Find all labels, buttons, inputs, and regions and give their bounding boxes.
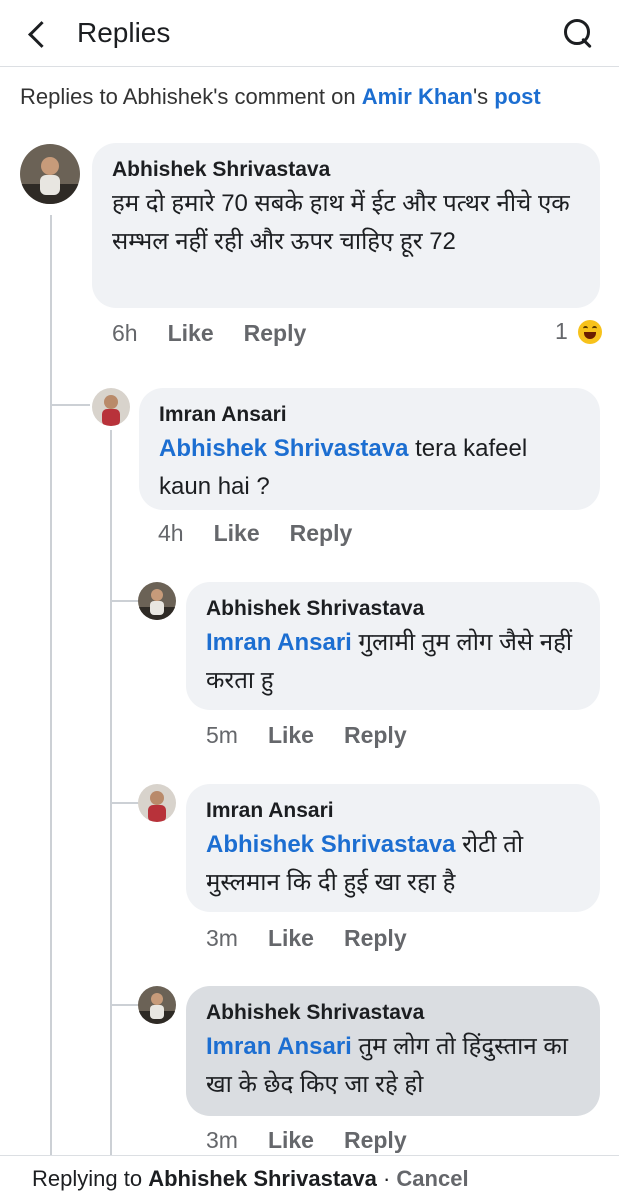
avatar[interactable] (92, 388, 130, 426)
comment-time: 3m (206, 1127, 238, 1153)
like-button[interactable]: Like (168, 320, 214, 346)
comment-bubble: Abhishek Shrivastava हम दो हमारे 70 सबके… (92, 143, 600, 308)
like-button[interactable]: Like (268, 925, 314, 951)
comment-bubble: Imran Ansari Abhishek Shrivastava रोटी त… (186, 784, 600, 912)
back-arrow-icon[interactable] (20, 14, 56, 54)
replies-context: Replies to Abhishek's comment on Amir Kh… (20, 84, 541, 110)
thread-connector-1 (50, 404, 90, 406)
comment-time: 5m (206, 722, 238, 748)
replying-prefix: Replying to (32, 1166, 149, 1191)
replying-target: Abhishek Shrivastava (148, 1166, 377, 1191)
mention-link[interactable]: Imran Ansari (206, 629, 352, 656)
comment-text: Abhishek Shrivastava tera kafeel kaun ha… (159, 430, 580, 506)
thread-connector-3 (110, 802, 140, 804)
mention-link[interactable]: Abhishek Shrivastava (206, 831, 455, 858)
comment-text: Abhishek Shrivastava रोटी तो मुस्लमान कि… (206, 826, 580, 902)
like-button[interactable]: Like (268, 1127, 314, 1153)
mention-link[interactable]: Imran Ansari (206, 1033, 352, 1060)
thread-connector-4 (110, 1004, 140, 1006)
comment-actions: 6h Like Reply (112, 320, 336, 347)
comment-time: 3m (206, 925, 238, 951)
comment-text: Imran Ansari तुम लोग तो हिंदुस्तान का खा… (206, 1028, 580, 1104)
comment-actions: 4h Like Reply (158, 520, 382, 547)
comment-text: Imran Ansari गुलामी तुम लोग जैसे नहीं कर… (206, 624, 580, 700)
thread-connector-2 (110, 600, 140, 602)
avatar[interactable] (138, 986, 176, 1024)
reply-button[interactable]: Reply (290, 520, 353, 546)
reply-status-bar: Replying to Abhishek Shrivastava · Cance… (0, 1155, 619, 1201)
comment-author[interactable]: Abhishek Shrivastava (206, 998, 580, 1028)
page-link[interactable]: Amir Khan (362, 84, 473, 109)
avatar[interactable] (20, 144, 80, 204)
avatar[interactable] (138, 582, 176, 620)
comment-bubble: Abhishek Shrivastava Imran Ansari गुलामी… (186, 582, 600, 710)
comment-actions: 5m Like Reply (206, 722, 437, 749)
comment-author[interactable]: Imran Ansari (206, 796, 580, 826)
reply-button[interactable]: Reply (344, 1127, 407, 1153)
separator: · (376, 1166, 397, 1191)
comment-author[interactable]: Abhishek Shrivastava (112, 155, 580, 185)
reply-button[interactable]: Reply (344, 722, 407, 748)
search-icon[interactable] (560, 15, 596, 51)
like-button[interactable]: Like (268, 722, 314, 748)
haha-icon[interactable] (578, 320, 602, 344)
mention-link[interactable]: Abhishek Shrivastava (159, 435, 408, 462)
post-link[interactable]: post (494, 84, 540, 109)
comment-actions: 3m Like Reply (206, 925, 437, 952)
comment-text: हम दो हमारे 70 सबके हाथ में ईट और पत्थर … (112, 190, 570, 255)
reply-button[interactable]: Reply (344, 925, 407, 951)
cancel-reply-button[interactable]: Cancel (396, 1166, 468, 1191)
comment-author[interactable]: Imran Ansari (159, 400, 580, 430)
reaction-count[interactable]: 1 (555, 318, 568, 345)
context-possessive: 's (472, 84, 495, 109)
comment-time: 4h (158, 520, 184, 546)
like-button[interactable]: Like (214, 520, 260, 546)
top-bar: Replies (0, 0, 619, 67)
context-prefix: Replies to Abhishek's comment on (20, 84, 362, 109)
reply-button[interactable]: Reply (244, 320, 307, 346)
page-title: Replies (77, 17, 171, 48)
comment-actions: 3m Like Reply (206, 1127, 437, 1154)
replying-to: Replying to Abhishek Shrivastava · Cance… (32, 1166, 469, 1192)
comment-bubble-selected: Abhishek Shrivastava Imran Ansari तुम लो… (186, 986, 600, 1116)
comment-bubble: Imran Ansari Abhishek Shrivastava tera k… (139, 388, 600, 510)
thread-line-nested (110, 430, 112, 1155)
avatar[interactable] (138, 784, 176, 822)
comment-time: 6h (112, 320, 138, 346)
comment-author[interactable]: Abhishek Shrivastava (206, 594, 580, 624)
thread-line-main (50, 215, 52, 1155)
